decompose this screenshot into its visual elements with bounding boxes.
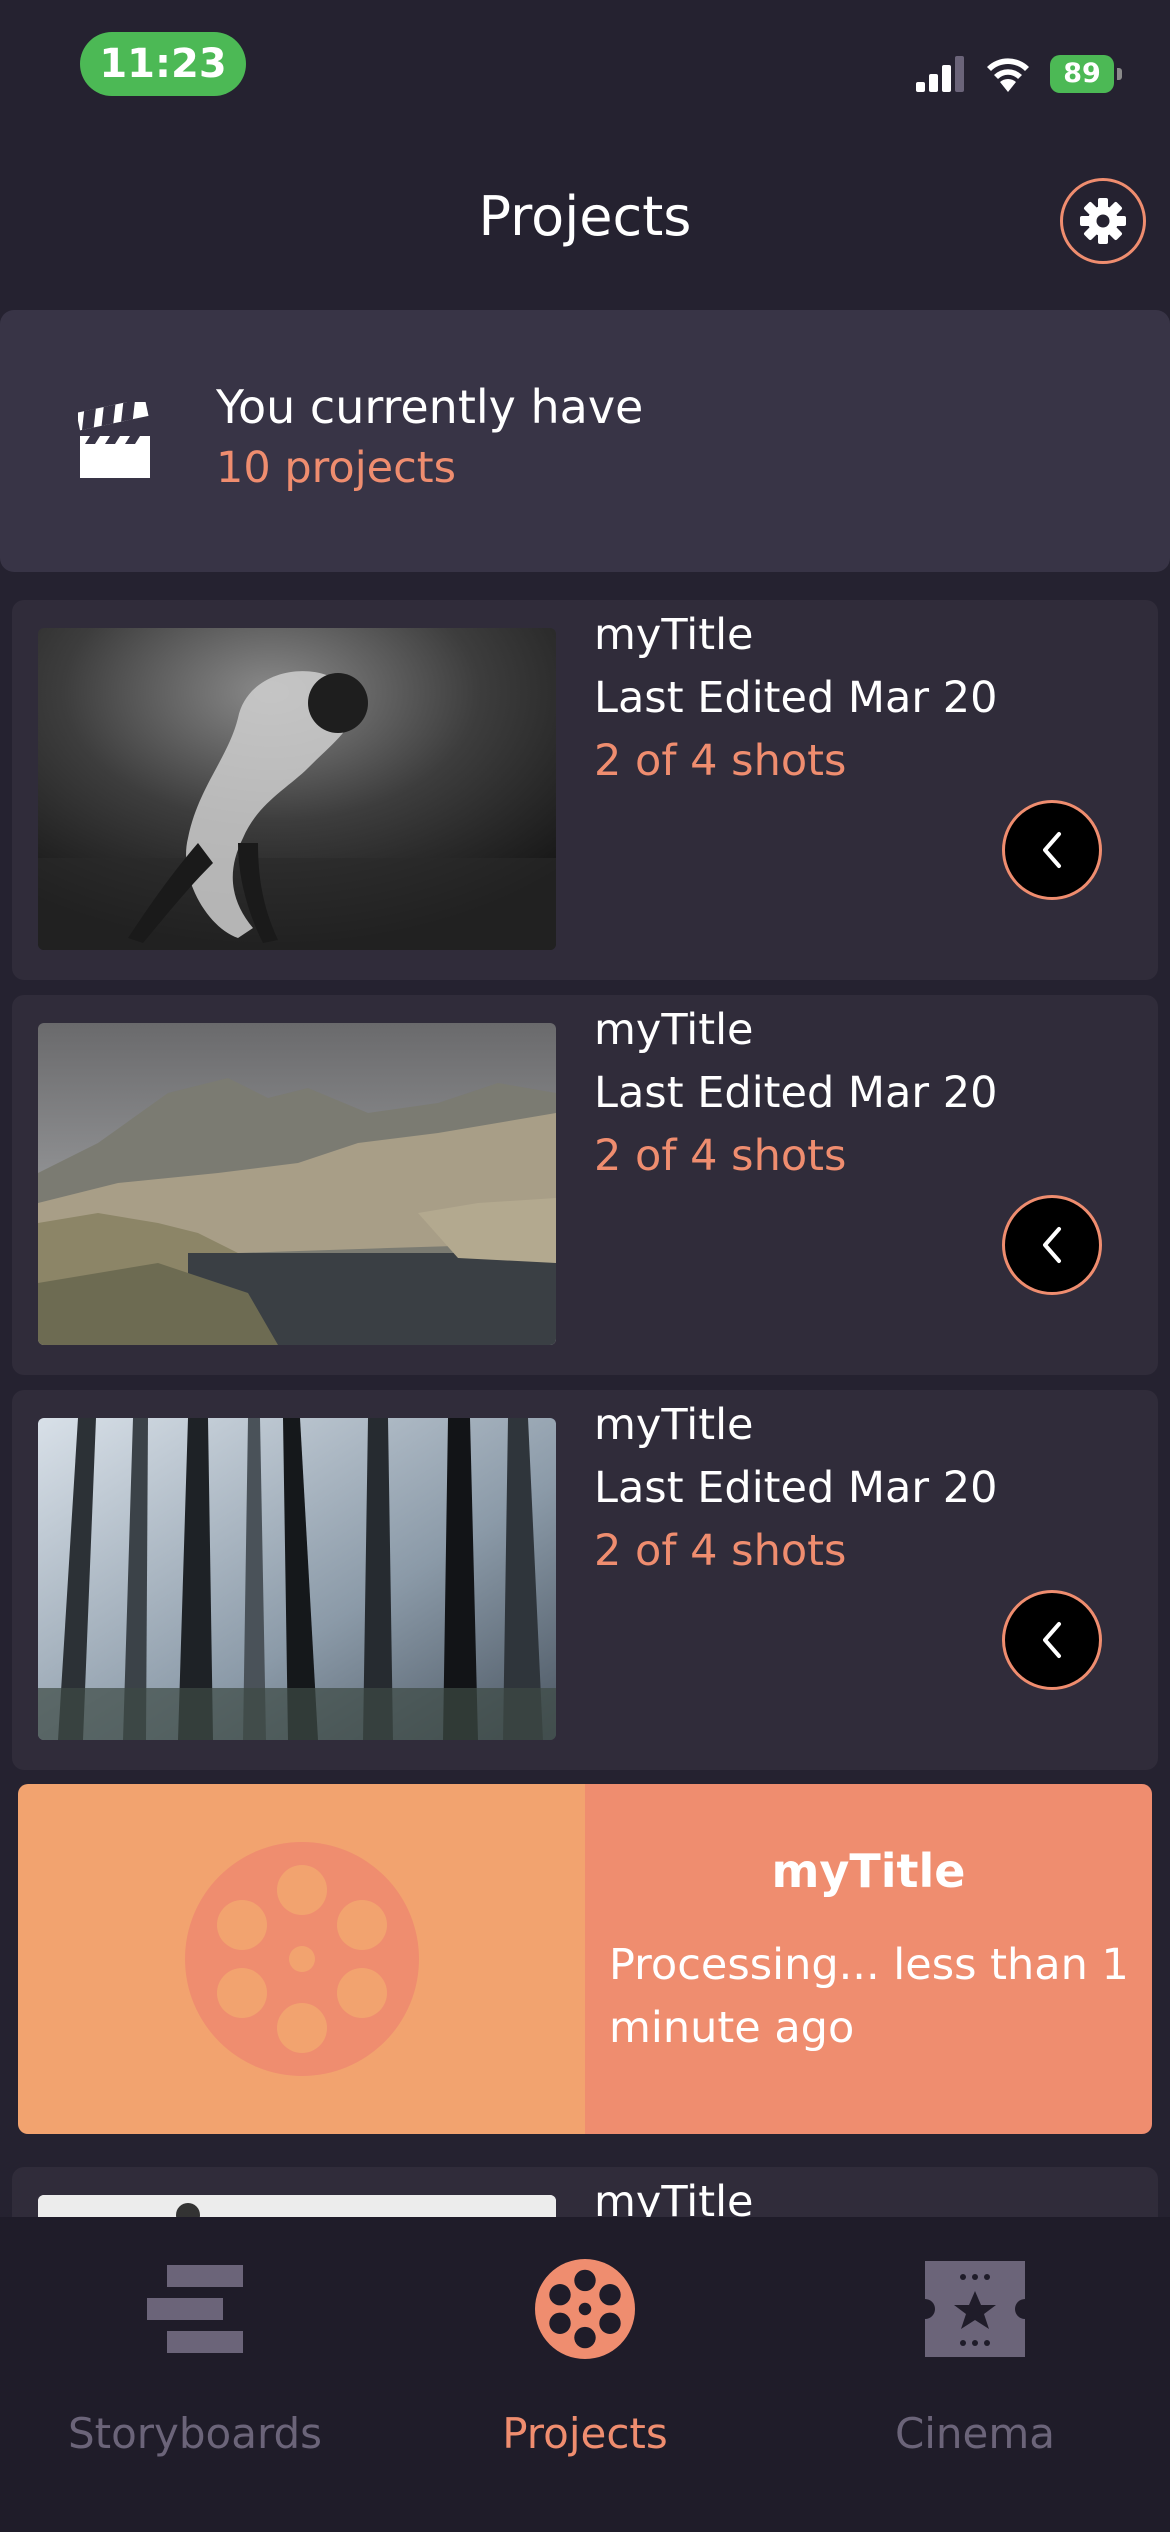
project-last-edited: Last Edited Mar 20 xyxy=(594,1463,998,1513)
project-shot-count: 2 of 4 shots xyxy=(594,1131,847,1181)
project-list[interactable]: myTitle Last Edited Mar 20 2 of 4 shots xyxy=(0,592,1170,2217)
status-indicators: 89 xyxy=(916,54,1122,94)
open-project-button[interactable] xyxy=(1002,1195,1102,1295)
cellular-signal-icon xyxy=(916,56,964,92)
tab-projects[interactable]: Projects xyxy=(390,2217,780,2532)
processing-placeholder xyxy=(18,1784,585,2134)
clapperboard-icon xyxy=(78,402,150,478)
project-title: myTitle xyxy=(594,610,754,660)
tab-cinema[interactable]: Cinema xyxy=(780,2217,1170,2532)
project-last-edited: Last Edited Mar 20 xyxy=(594,1068,998,1118)
tab-label: Cinema xyxy=(894,2409,1056,2458)
tab-label: Storyboards xyxy=(67,2409,323,2458)
wifi-icon xyxy=(987,58,1029,92)
chevron-left-icon xyxy=(1043,1622,1061,1658)
project-shot-count: 2 of 4 shots xyxy=(594,736,847,786)
project-card[interactable]: myTitle Last Edited Mar 20 2 of 4 shots xyxy=(12,600,1158,980)
project-card[interactable]: myTitle Last Edited Mar 20 2 of 4 shots xyxy=(12,995,1158,1375)
tab-label: Projects xyxy=(502,2409,668,2458)
chevron-left-icon xyxy=(1043,1227,1061,1263)
processing-status: Processing... less than 1 minute ago xyxy=(609,1940,1129,2053)
status-time: 11:23 xyxy=(80,32,246,96)
project-title: myTitle xyxy=(594,2177,754,2217)
projects-summary: You currently have 10 projects xyxy=(0,310,1170,572)
project-count: 10 projects xyxy=(216,443,457,493)
project-thumbnail xyxy=(38,1418,556,1740)
processing-project-card[interactable]: myTitle Processing... less than 1 minute… xyxy=(18,1784,1152,2134)
project-title: myTitle xyxy=(594,1400,754,1450)
film-reel-icon xyxy=(184,1842,419,2076)
battery-indicator: 89 xyxy=(1050,55,1122,93)
ticket-star-icon xyxy=(925,2259,1025,2359)
tab-bar: Storyboards Projects Cinema xyxy=(0,2217,1170,2532)
project-shot-count: 2 of 4 shots xyxy=(594,1526,847,1576)
summary-text: You currently have xyxy=(216,380,644,434)
project-card[interactable]: myTitle Last Edited Mar 20 2 of 4 shots xyxy=(12,1390,1158,1770)
project-card[interactable]: myTitle xyxy=(12,2167,1158,2217)
storyboards-icon xyxy=(145,2259,245,2359)
navigation-header: Projects xyxy=(0,130,1170,310)
film-reel-icon xyxy=(535,2259,635,2359)
settings-button[interactable] xyxy=(1060,178,1146,264)
project-title: myTitle xyxy=(771,1844,966,1898)
project-last-edited: Last Edited Mar 20 xyxy=(594,673,998,723)
gear-icon xyxy=(1080,198,1126,244)
project-title: myTitle xyxy=(594,1005,754,1055)
open-project-button[interactable] xyxy=(1002,1590,1102,1690)
tab-storyboards[interactable]: Storyboards xyxy=(0,2217,390,2532)
page-title: Projects xyxy=(478,185,692,248)
open-project-button[interactable] xyxy=(1002,800,1102,900)
project-thumbnail xyxy=(38,628,556,950)
project-thumbnail xyxy=(38,2195,556,2217)
status-bar: 11:23 89 xyxy=(0,0,1170,130)
chevron-left-icon xyxy=(1043,832,1061,868)
processing-info: myTitle Processing... less than 1 minute… xyxy=(585,1784,1152,2134)
project-thumbnail xyxy=(38,1023,556,1345)
